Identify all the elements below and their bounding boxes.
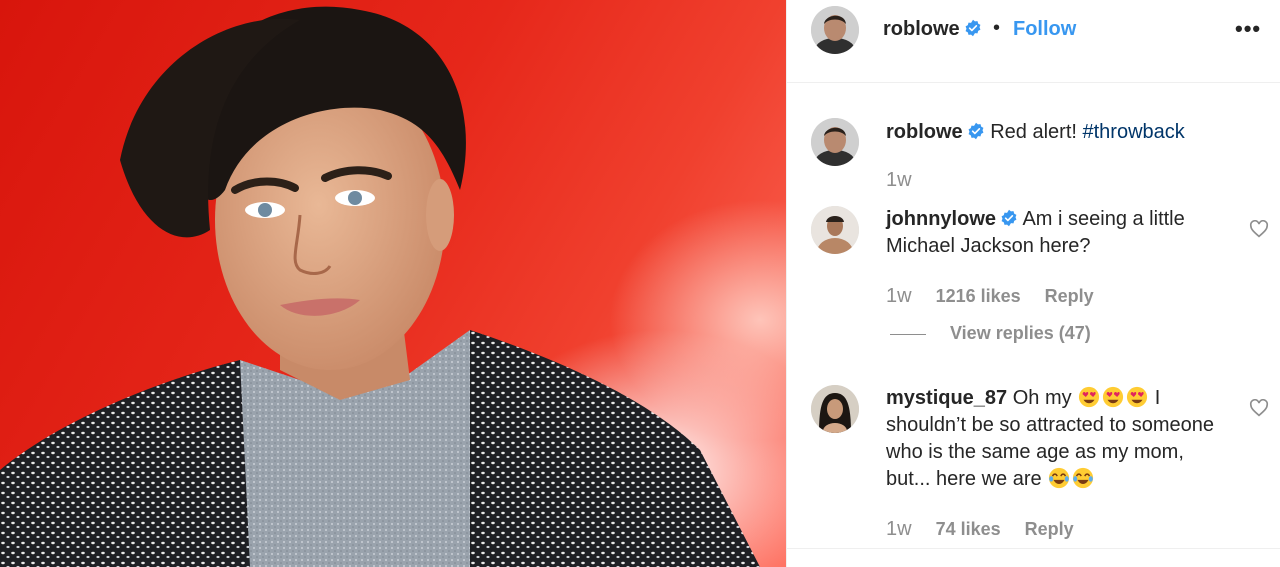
reply-button[interactable]: Reply — [1045, 286, 1094, 306]
heart-eyes-emoji — [1079, 386, 1100, 408]
heart-outline-icon[interactable] — [1249, 399, 1269, 417]
comment-likes[interactable]: 74 likes — [936, 519, 1001, 539]
author-avatar[interactable] — [811, 6, 859, 54]
comment-likes[interactable]: 1216 likes — [936, 286, 1021, 306]
comment-body-start: Oh my — [1012, 387, 1072, 409]
heart-eyes-emoji — [1127, 386, 1148, 408]
heart-outline-icon[interactable] — [1249, 220, 1269, 238]
view-replies-button[interactable]: View replies (47) — [890, 323, 1091, 344]
caption-body: Red alert! — [990, 121, 1083, 143]
heart-eyes-emoji — [1103, 386, 1124, 408]
post-header: roblowe • Follow ••• — [787, 0, 1280, 83]
comment-meta: 1w 1216 likes Reply — [886, 285, 1094, 308]
separator-dot: • — [993, 17, 1001, 39]
caption-text: roblowe Red alert! #throwback — [886, 119, 1266, 146]
commenter-avatar[interactable] — [811, 206, 859, 254]
comments-bottom-divider — [787, 548, 1280, 549]
comment-text: mystique_87 Oh my I shouldn’t be so attr… — [886, 385, 1221, 493]
verified-badge-icon — [1001, 209, 1017, 227]
more-options-icon[interactable]: ••• — [1235, 16, 1261, 42]
verified-badge-icon — [968, 122, 984, 140]
comment-time[interactable]: 1w — [886, 285, 912, 307]
caption-time[interactable]: 1w — [886, 169, 912, 191]
post-sidebar: roblowe • Follow ••• roblowe Red alert! … — [786, 0, 1280, 567]
comment-text: johnnylowe Am i seeing a little Michael … — [886, 206, 1226, 260]
replies-divider — [890, 333, 926, 335]
comment-time[interactable]: 1w — [886, 518, 912, 540]
tears-of-joy-emoji — [1049, 467, 1070, 489]
verified-badge-icon — [965, 19, 981, 37]
hashtag-link[interactable]: #throwback — [1083, 121, 1185, 143]
portrait-illustration — [0, 6, 760, 567]
comment-meta: 1w 74 likes Reply — [886, 518, 1074, 541]
follow-button[interactable]: Follow — [1013, 18, 1076, 41]
tears-of-joy-emoji — [1073, 467, 1094, 489]
author-username[interactable]: roblowe — [883, 18, 982, 41]
reply-button[interactable]: Reply — [1025, 519, 1074, 539]
caption-username[interactable]: roblowe — [886, 121, 963, 143]
post-photo[interactable] — [0, 0, 786, 567]
commenter-avatar[interactable] — [811, 385, 859, 433]
caption-avatar[interactable] — [811, 118, 859, 166]
caption-meta: 1w — [886, 169, 912, 192]
comment-username[interactable]: mystique_87 — [886, 387, 1007, 409]
comment-username[interactable]: johnnylowe — [886, 208, 996, 230]
view-replies-label: View replies (47) — [950, 323, 1091, 343]
